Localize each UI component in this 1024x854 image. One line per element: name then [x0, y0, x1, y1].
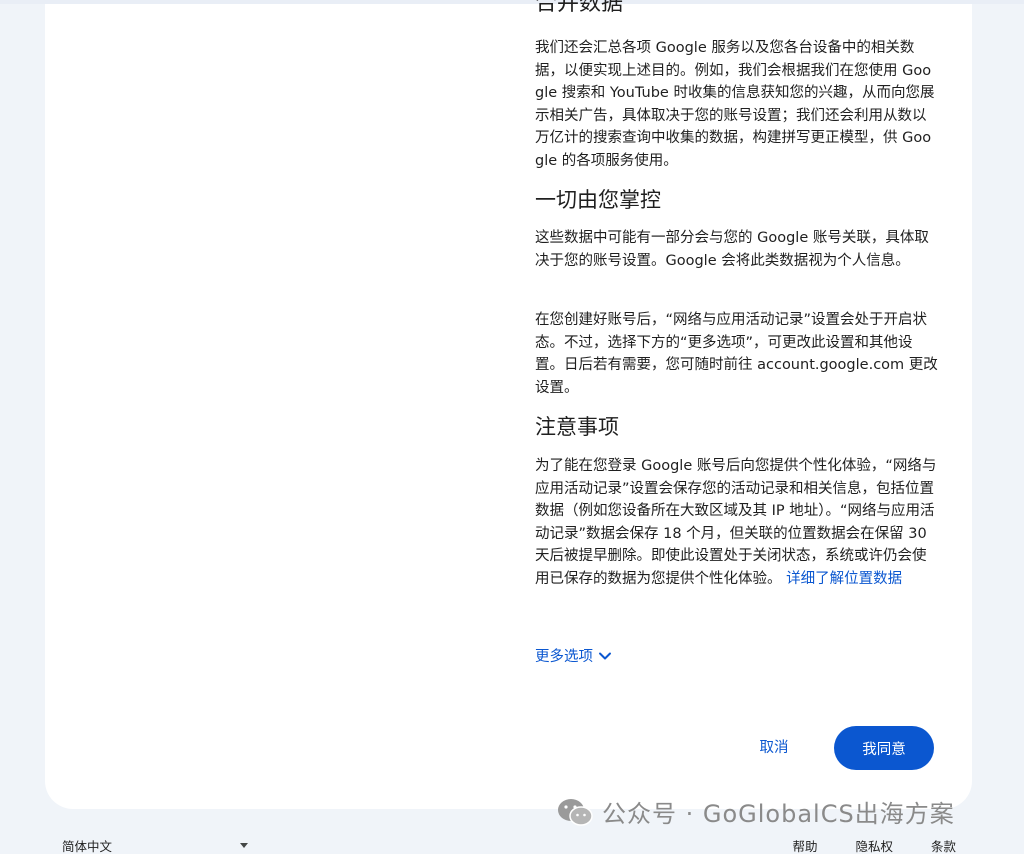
paragraph-account-association: 这些数据中可能有一部分会与您的 Google 账号关联，具体取决于您的账号设置。… — [535, 230, 929, 269]
footer: 简体中文 帮助 隐私权 条款 — [0, 826, 1024, 854]
learn-location-data-link[interactable]: 详细了解位置数据 — [786, 571, 902, 587]
consent-card: 合并数据 我们还会汇总各项 Google 服务以及您各台设备中的相关数据，以便实… — [45, 0, 972, 809]
section-title-combine-data: 合并数据 — [535, 0, 624, 16]
watermark: 公众号 · GoGlobalCS出海方案 — [556, 794, 955, 829]
more-options-toggle[interactable]: 更多选项 — [535, 645, 613, 666]
watermark-text: 公众号 · GoGlobalCS出海方案 — [602, 800, 955, 828]
paragraph-combine-data: 我们还会汇总各项 Google 服务以及您各台设备中的相关数据，以便实现上述目的… — [535, 40, 935, 169]
paragraph-activity-settings: 在您创建好账号后，“网络与应用活动记录”设置会处于开启状态。不过，选择下方的“更… — [535, 312, 938, 396]
more-options-label: 更多选项 — [535, 649, 593, 665]
caret-down-icon — [240, 843, 248, 848]
paragraph-location-data: 为了能在您登录 Google 账号后向您提供个性化体验，“网络与应用活动记录”设… — [535, 455, 940, 590]
footer-links: 帮助 隐私权 条款 — [792, 836, 956, 854]
language-label: 简体中文 — [62, 839, 113, 854]
cancel-button[interactable]: 取消 — [749, 726, 799, 766]
help-link[interactable]: 帮助 — [792, 836, 817, 854]
section-title-control: 一切由您掌控 — [535, 188, 661, 212]
privacy-link[interactable]: 隐私权 — [855, 836, 893, 854]
page: 合并数据 我们还会汇总各项 Google 服务以及您各台设备中的相关数据，以便实… — [0, 0, 1024, 854]
language-selector[interactable]: 简体中文 — [62, 836, 248, 854]
chevron-down-icon — [599, 652, 611, 659]
paragraph-location-text: 为了能在您登录 Google 账号后向您提供个性化体验，“网络与应用活动记录”设… — [535, 458, 937, 587]
wechat-icon — [558, 798, 593, 826]
terms-link[interactable]: 条款 — [931, 836, 956, 854]
section-title-notes: 注意事项 — [535, 415, 619, 439]
agree-button[interactable]: 我同意 — [834, 726, 934, 770]
